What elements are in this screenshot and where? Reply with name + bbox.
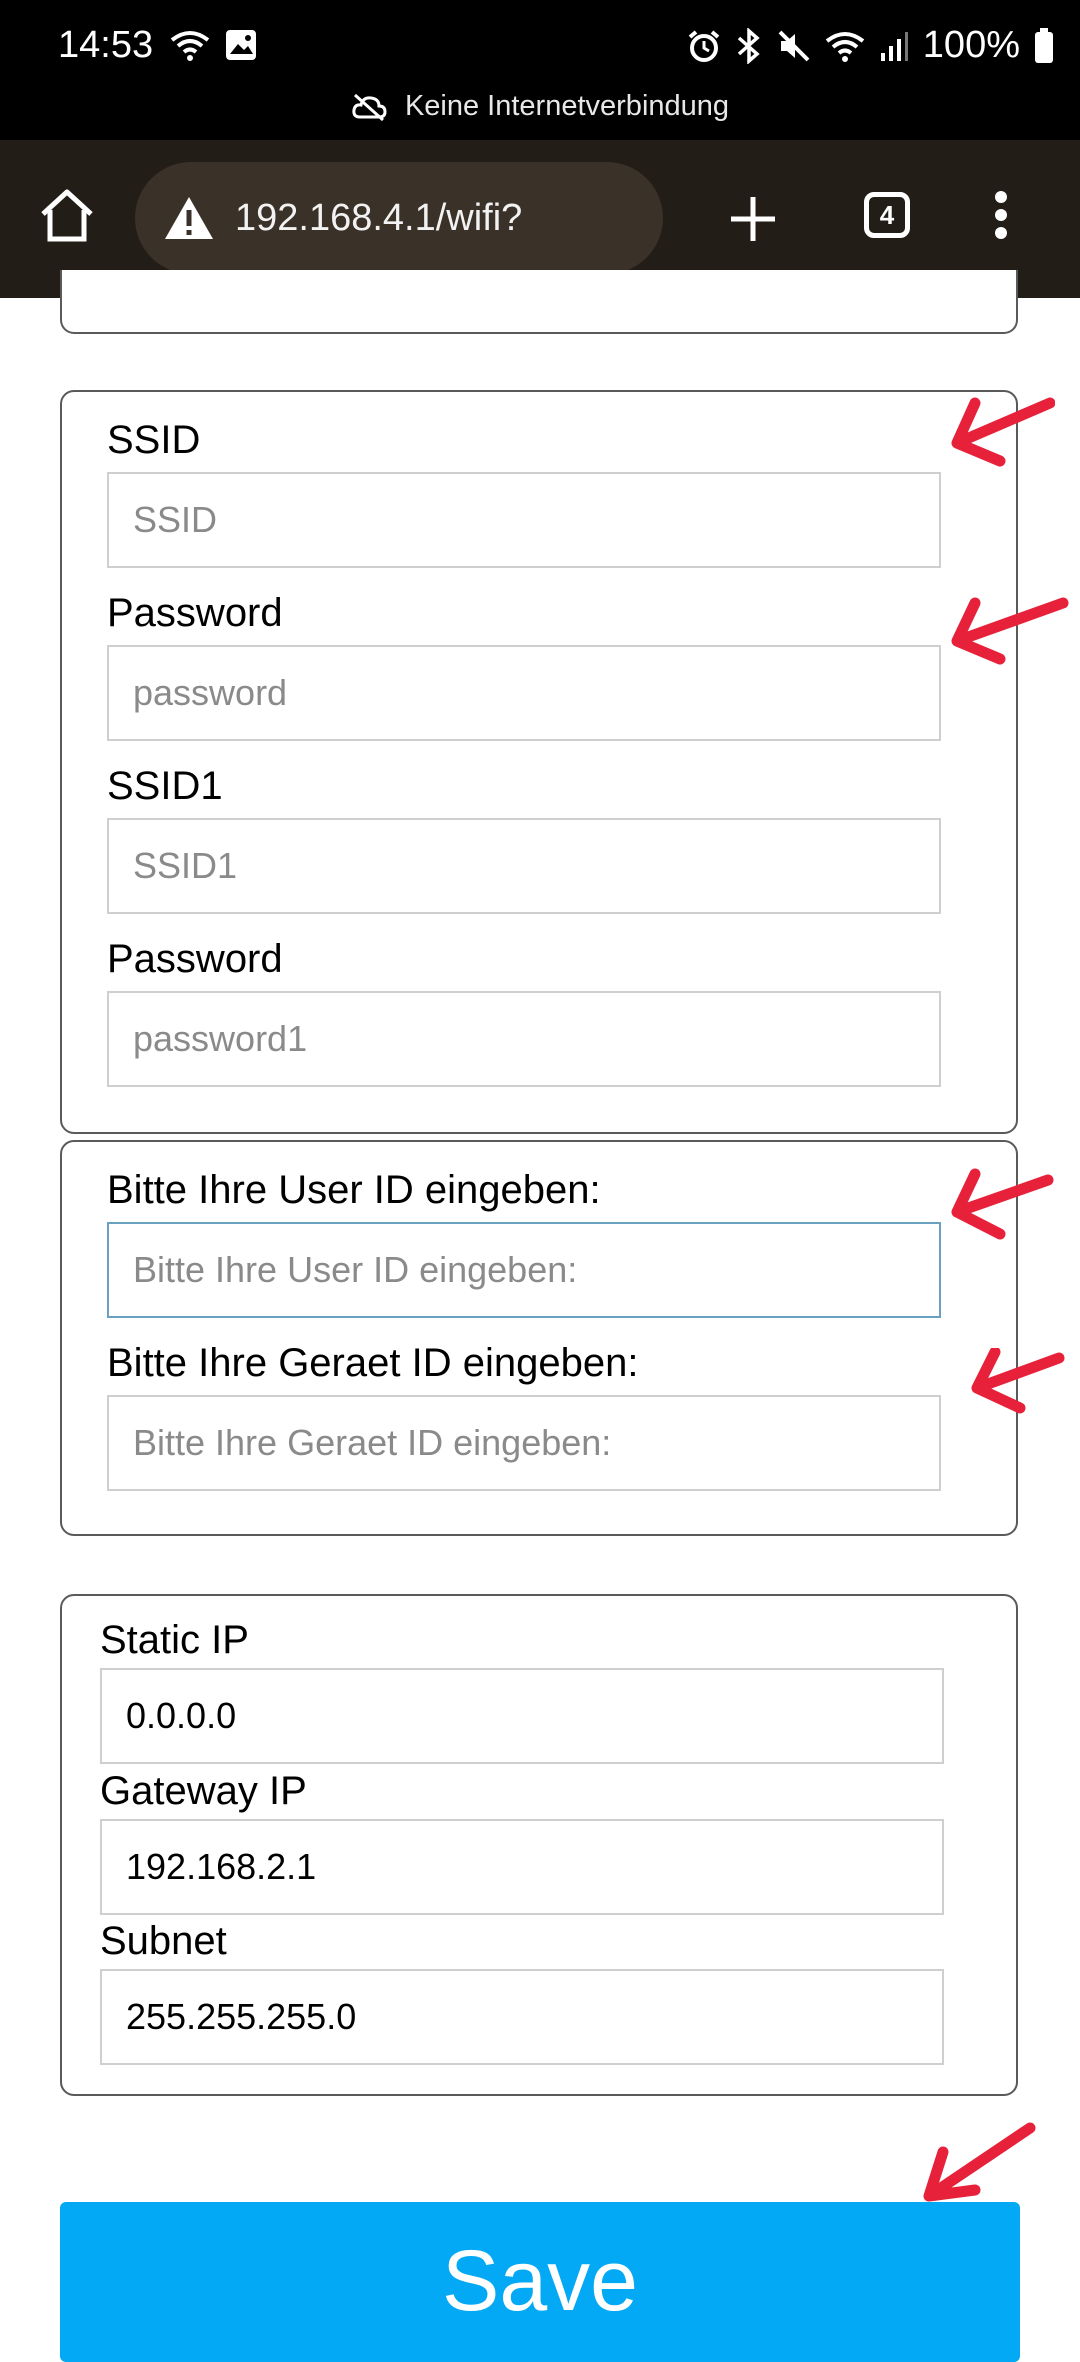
wifi-credentials-card: SSID Password SSID1 Password	[60, 390, 1018, 1134]
battery-icon	[1035, 27, 1053, 63]
password1-input[interactable]	[107, 991, 941, 1087]
home-icon[interactable]	[38, 188, 96, 244]
battery-percentage: 100%	[922, 24, 1020, 66]
annotation-arrow-ssid	[951, 397, 1055, 467]
password-label: Password	[107, 591, 283, 635]
password1-label: Password	[107, 937, 283, 981]
new-tab-icon[interactable]	[728, 194, 778, 244]
static-ip-card: Static IP Gateway IP Subnet	[60, 1594, 1018, 2096]
device-id-input[interactable]	[107, 1395, 941, 1491]
save-button[interactable]: Save	[60, 2202, 1020, 2362]
warning-icon[interactable]	[163, 195, 215, 241]
cell-signal-icon	[880, 31, 908, 61]
mute-icon	[778, 30, 810, 61]
image-notification-icon	[226, 30, 256, 60]
cloud-off-icon	[352, 93, 387, 121]
connectivity-notice: Keine Internetverbindung	[0, 90, 1080, 123]
ssid-input[interactable]	[107, 472, 941, 568]
static-ip-input[interactable]	[100, 1668, 944, 1764]
wifi-question-icon	[170, 31, 210, 61]
user-id-input[interactable]	[107, 1222, 941, 1318]
ssid1-label: SSID1	[107, 764, 223, 808]
url-text[interactable]: 192.168.4.1/wifi?	[235, 197, 522, 240]
clock: 14:53	[58, 24, 154, 66]
previous-section-card	[60, 270, 1018, 334]
ssid-label: SSID	[107, 418, 201, 462]
annotation-arrow-device-id	[971, 1348, 1065, 1414]
subnet-label: Subnet	[100, 1919, 227, 1963]
connectivity-text: Keine Internetverbindung	[404, 90, 730, 122]
address-bar[interactable]: 192.168.4.1/wifi?	[135, 162, 663, 274]
user-id-label: Bitte Ihre User ID eingeben:	[107, 1168, 601, 1212]
bluetooth-icon	[737, 27, 760, 64]
alarm-icon	[688, 29, 720, 62]
device-id-label: Bitte Ihre Geraet ID eingeben:	[107, 1341, 639, 1385]
wifi-signal-icon	[825, 31, 865, 62]
tab-switcher-button[interactable]: 4	[864, 192, 910, 238]
subnet-input[interactable]	[100, 1969, 944, 2065]
status-bar: 14:53 100% Keine Internetverbindung	[0, 0, 1080, 140]
password-input[interactable]	[107, 645, 941, 741]
ssid1-input[interactable]	[107, 818, 941, 914]
annotation-arrow-user-id	[951, 1168, 1054, 1240]
more-options-icon[interactable]	[994, 190, 1008, 240]
annotation-arrow-password	[951, 597, 1069, 665]
id-card: Bitte Ihre User ID eingeben: Bitte Ihre …	[60, 1140, 1018, 1536]
gateway-ip-label: Gateway IP	[100, 1769, 307, 1813]
annotation-arrow-save	[923, 2122, 1036, 2202]
gateway-ip-input[interactable]	[100, 1819, 944, 1915]
static-ip-label: Static IP	[100, 1618, 249, 1662]
